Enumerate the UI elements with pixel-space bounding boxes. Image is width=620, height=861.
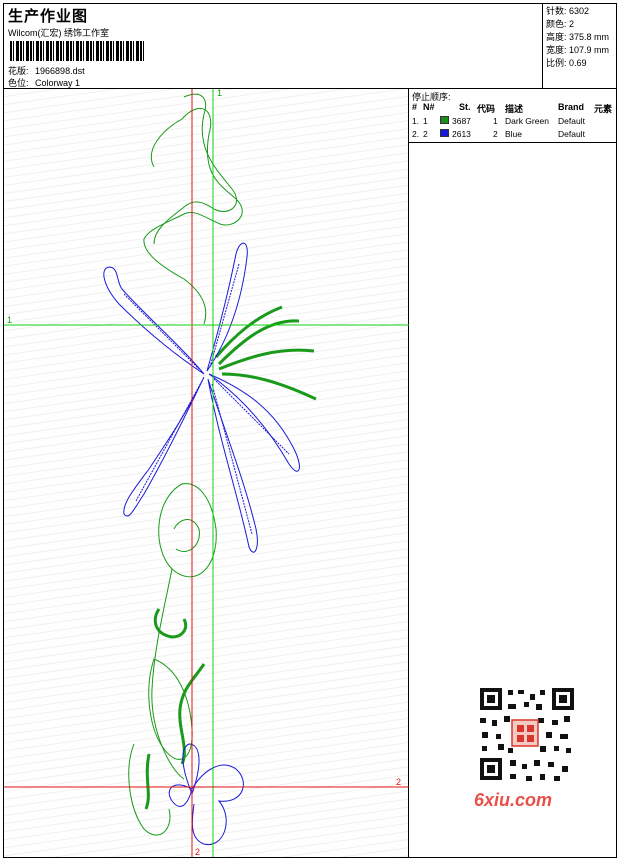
- watermark-text: 6xiu.com: [474, 790, 553, 810]
- color-swatch-blue: [440, 129, 449, 137]
- guide-label-h1: 1: [7, 315, 12, 325]
- vine-lower-loop: [148, 658, 193, 760]
- green-squiggle-1: [153, 608, 188, 639]
- color-table-header: # N# St. 代码 描述 Brand 元素: [409, 102, 616, 115]
- vine-stem-lower: [151, 568, 185, 780]
- col-stitch: St.: [459, 102, 471, 112]
- blue-zigzag-3: [213, 378, 290, 455]
- design-canvas: 1 1 2 2: [4, 89, 409, 857]
- vine-top-loop: [153, 93, 237, 245]
- barcode: [10, 41, 146, 61]
- design-file-value: 1966898.dst: [35, 66, 85, 76]
- design-file-label: 花版:: [8, 66, 29, 76]
- stat-height: 高度: 375.8 mm: [546, 32, 610, 42]
- color-row: 2. 2 2613 2 Blue Default: [412, 129, 585, 139]
- colorway-label: 色位:: [8, 78, 29, 88]
- colorway-value: Colorway 1: [35, 78, 81, 88]
- stat-colors: 颜色: 2: [546, 19, 575, 29]
- vine-leaf-pod: [158, 483, 217, 578]
- col-element: 元素: [594, 104, 613, 114]
- col-description: 描述: [505, 104, 524, 114]
- blue-zigzag-1: [123, 293, 200, 370]
- col-index: #: [412, 102, 418, 112]
- green-frond-4: [214, 305, 283, 358]
- guide-label-h2: 2: [396, 777, 401, 787]
- embroidery-design: 1 1 2 2: [4, 89, 409, 857]
- blue-bottom-flower: [168, 764, 244, 845]
- green-frond-3: [221, 372, 317, 401]
- guide-label-v1: 1: [217, 89, 222, 98]
- col-code: 代码: [477, 104, 496, 114]
- col-number: N#: [423, 102, 435, 112]
- green-frond-2: [218, 348, 315, 371]
- vine-leaf-pod-inner: [173, 519, 200, 552]
- color-swatch-green: [440, 116, 449, 124]
- color-row: 1. 1 3687 1 Dark Green Default: [412, 116, 585, 126]
- header-panel: 生产作业图 Wilcom(汇宏) 绣饰工作室 花版: 1966898.dst 色…: [3, 3, 618, 90]
- stat-stitches: 针数: 6302: [546, 6, 590, 16]
- stats-panel: 针数: 6302 颜色: 2 高度: 375.8 mm 宽度: 107.9 mm…: [542, 4, 618, 90]
- col-brand: Brand: [558, 102, 585, 112]
- stat-scale: 比例: 0.69: [546, 58, 587, 68]
- guide-label-v2: 2: [195, 847, 200, 857]
- studio-subtitle: Wilcom(汇宏) 绣饰工作室: [8, 28, 109, 38]
- stat-width: 宽度: 107.9 mm: [546, 45, 610, 55]
- qr-code-icon: [468, 680, 576, 792]
- page-title: 生产作业图: [8, 8, 89, 25]
- green-squiggle-3: [144, 753, 151, 810]
- stop-sequence-panel: 停止顺序: # N# St. 代码 描述 Brand 元素 1. 1 3687 …: [409, 89, 616, 143]
